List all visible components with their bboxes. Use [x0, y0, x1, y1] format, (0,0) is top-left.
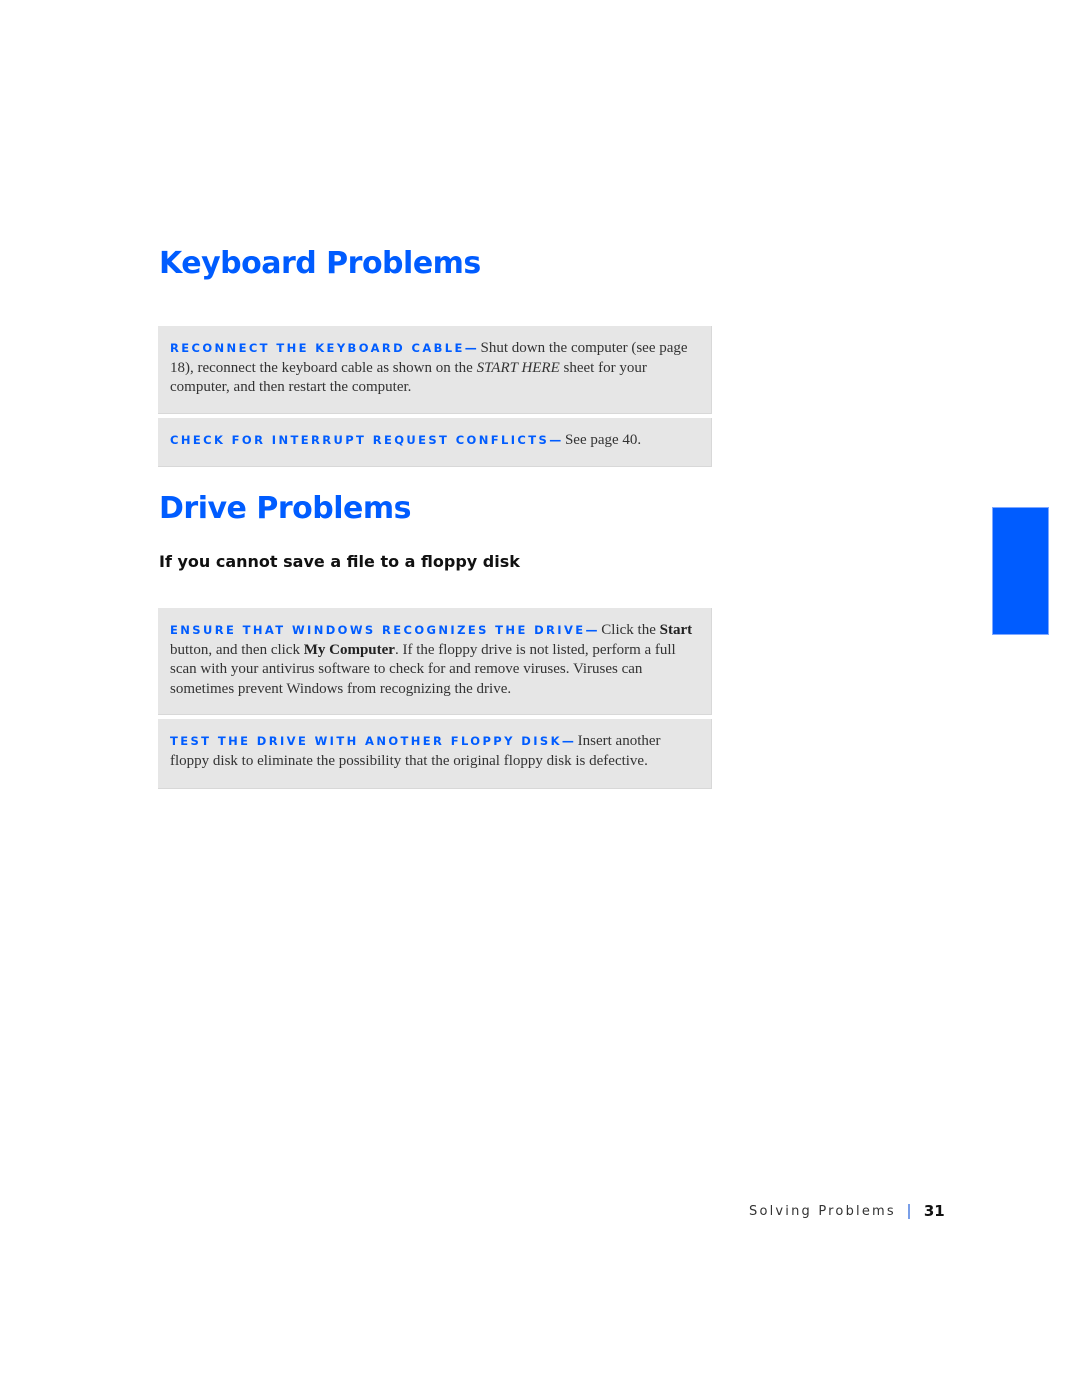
tip-body: Click the — [597, 622, 660, 638]
tip-dash: — — [549, 433, 562, 447]
tip-dash: — — [464, 341, 477, 355]
tip-bold-my-computer: My Computer — [303, 641, 395, 658]
page-footer: Solving Problems 31 — [749, 1202, 945, 1220]
tip-box-windows-recognizes-drive: Ensure that Windows recognizes the drive… — [158, 608, 712, 715]
footer-divider — [907, 1203, 910, 1219]
tip-body: See page 40. — [561, 432, 642, 448]
heading-drive-problems: Drive Problems — [159, 491, 411, 526]
footer-section-name: Solving Problems — [749, 1203, 896, 1219]
tip-box-reconnect-keyboard: Reconnect the keyboard cable— Shut down … — [158, 326, 712, 414]
tip-dash: — — [561, 734, 574, 748]
tip-bold-start: Start — [659, 622, 693, 638]
tip-lead: Test the drive with another floppy disk — [170, 734, 562, 748]
tip-lead: Reconnect the keyboard cable — [170, 341, 465, 355]
tip-lead: Check for interrupt request conflicts — [170, 433, 550, 447]
tip-body: button, and then click — [170, 641, 304, 658]
heading-keyboard-problems: Keyboard Problems — [159, 246, 481, 281]
tip-dash: — — [585, 623, 598, 637]
tip-emphasis: START HERE — [476, 359, 560, 376]
subheading-floppy-save: If you cannot save a file to a floppy di… — [159, 552, 520, 571]
tip-box-interrupt-conflicts: Check for interrupt request conflicts— S… — [158, 418, 712, 467]
tip-lead: Ensure that Windows recognizes the drive — [170, 623, 586, 637]
chapter-tab-marker — [992, 507, 1049, 635]
page-number: 31 — [923, 1202, 945, 1220]
tip-box-test-another-floppy: Test the drive with another floppy disk—… — [158, 719, 712, 789]
